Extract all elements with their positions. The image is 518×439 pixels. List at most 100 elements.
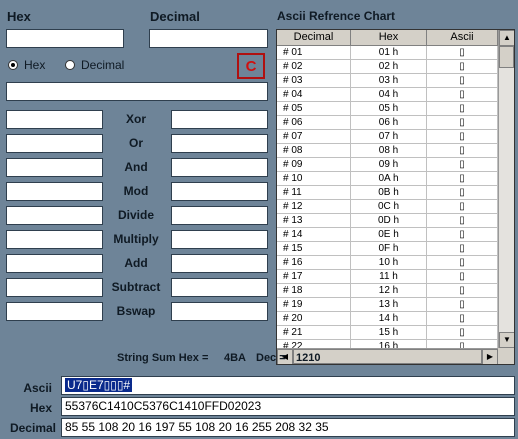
decimal-output[interactable]: 85 55 108 20 16 197 55 108 20 16 255 208… — [61, 418, 515, 437]
decimal-cell: # 13 — [277, 214, 351, 228]
decimal-cell: # 08 — [277, 144, 351, 158]
decimal-radio[interactable] — [65, 60, 75, 70]
table-row[interactable]: # 07 07 h ▯ — [277, 130, 498, 144]
table-row[interactable]: # 01 01 h ▯ — [277, 46, 498, 60]
decimal-cell: # 01 — [277, 46, 351, 60]
ascii-cell: ▯ — [427, 88, 498, 102]
op-right-input[interactable] — [171, 230, 268, 249]
decimal-cell: # 16 — [277, 256, 351, 270]
table-row[interactable]: # 20 14 h ▯ — [277, 312, 498, 326]
decimal-label: Decimal — [150, 9, 200, 24]
horizontal-scroll-thumb[interactable] — [293, 349, 482, 364]
table-row[interactable]: # 14 0E h ▯ — [277, 228, 498, 242]
table-row[interactable]: # 03 03 h ▯ — [277, 74, 498, 88]
header-ascii[interactable]: Ascii — [427, 30, 498, 46]
vertical-scroll-thumb[interactable] — [499, 46, 514, 68]
hex-cell: 0E h — [351, 228, 427, 242]
op-right-input[interactable] — [171, 158, 268, 177]
hex-cell: 04 h — [351, 88, 427, 102]
decimal-cell: # 18 — [277, 284, 351, 298]
table-row[interactable]: # 21 15 h ▯ — [277, 326, 498, 340]
vertical-scrollbar[interactable]: ▲ ▼ — [498, 30, 514, 348]
op-left-input[interactable] — [6, 134, 103, 153]
table-row[interactable]: # 15 0F h ▯ — [277, 242, 498, 256]
hex-cell: 13 h — [351, 298, 427, 312]
chart-header: Decimal Hex Ascii — [277, 30, 498, 46]
header-hex[interactable]: Hex — [351, 30, 427, 46]
op-right-input[interactable] — [171, 206, 268, 225]
scroll-down-icon[interactable]: ▼ — [499, 332, 514, 348]
ascii-cell: ▯ — [427, 60, 498, 74]
decimal-cell: # 12 — [277, 200, 351, 214]
op-right-input[interactable] — [171, 254, 268, 273]
ascii-output-text: U7▯E7▯▯▯# — [65, 378, 133, 392]
op-left-input[interactable] — [6, 158, 103, 177]
decimal-cell: # 19 — [277, 298, 351, 312]
op-right-input[interactable] — [171, 278, 268, 297]
hex-cell: 05 h — [351, 102, 427, 116]
header-decimal[interactable]: Decimal — [277, 30, 351, 46]
op-left-input[interactable] — [6, 302, 103, 321]
table-row[interactable]: # 02 02 h ▯ — [277, 60, 498, 74]
hex-cell: 14 h — [351, 312, 427, 326]
op-left-input[interactable] — [6, 230, 103, 249]
table-row[interactable]: # 18 12 h ▯ — [277, 284, 498, 298]
op-label-subtract: Subtract — [111, 280, 161, 294]
hex-cell: 11 h — [351, 270, 427, 284]
op-left-input[interactable] — [6, 110, 103, 129]
op-left-input[interactable] — [6, 206, 103, 225]
op-left-input[interactable] — [6, 278, 103, 297]
decimal-cell: # 15 — [277, 242, 351, 256]
table-row[interactable]: # 12 0C h ▯ — [277, 200, 498, 214]
hex-cell: 02 h — [351, 60, 427, 74]
table-row[interactable]: # 16 10 h ▯ — [277, 256, 498, 270]
table-row[interactable]: # 10 0A h ▯ — [277, 172, 498, 186]
table-row[interactable]: # 06 06 h ▯ — [277, 116, 498, 130]
scroll-right-icon[interactable]: ▶ — [482, 349, 498, 364]
ascii-cell: ▯ — [427, 228, 498, 242]
ascii-label: Ascii — [23, 381, 52, 395]
decimal-radio-label[interactable]: Decimal — [81, 58, 124, 72]
hex-radio[interactable] — [8, 60, 18, 70]
decimal-cell: # 10 — [277, 172, 351, 186]
op-right-input[interactable] — [171, 182, 268, 201]
clear-button[interactable]: C — [237, 53, 265, 79]
ascii-cell: ▯ — [427, 130, 498, 144]
hex-cell: 0C h — [351, 200, 427, 214]
op-label-bswap: Bswap — [116, 304, 156, 318]
hex-cell: 08 h — [351, 144, 427, 158]
ascii-output[interactable]: U7▯E7▯▯▯# — [61, 376, 515, 395]
decimal-cell: # 21 — [277, 326, 351, 340]
hex-radio-label[interactable]: Hex — [24, 58, 45, 72]
decimal-cell: # 02 — [277, 60, 351, 74]
string-sum-label: String Sum Hex = — [117, 352, 209, 364]
op-right-input[interactable] — [171, 110, 268, 129]
op-left-input[interactable] — [6, 182, 103, 201]
scroll-up-icon[interactable]: ▲ — [499, 30, 514, 46]
table-row[interactable]: # 13 0D h ▯ — [277, 214, 498, 228]
op-label-divide: Divide — [117, 208, 154, 222]
hex-input[interactable] — [6, 29, 124, 48]
table-row[interactable]: # 09 09 h ▯ — [277, 158, 498, 172]
hex-cell: 10 h — [351, 256, 427, 270]
table-row[interactable]: # 11 0B h ▯ — [277, 186, 498, 200]
hex-output[interactable]: 55376C1410C5376C1410FFD02023 — [61, 397, 515, 416]
table-row[interactable]: # 04 04 h ▯ — [277, 88, 498, 102]
decimal-cell: # 09 — [277, 158, 351, 172]
op-left-input[interactable] — [6, 254, 103, 273]
string-sum-dec: 1210 — [296, 352, 321, 364]
hex-cell: 15 h — [351, 326, 427, 340]
decimal-input[interactable] — [149, 29, 268, 48]
table-row[interactable]: # 17 11 h ▯ — [277, 270, 498, 284]
table-row[interactable]: # 08 08 h ▯ — [277, 144, 498, 158]
table-row[interactable]: # 19 13 h ▯ — [277, 298, 498, 312]
main-input[interactable] — [6, 82, 268, 101]
ascii-cell: ▯ — [427, 242, 498, 256]
string-sum-dec-label: Dec = — [256, 352, 286, 364]
table-row[interactable]: # 05 05 h ▯ — [277, 102, 498, 116]
ascii-chart[interactable]: Decimal Hex Ascii # 01 01 h ▯ # 02 02 h ▯ # 03… — [276, 29, 515, 365]
op-right-input[interactable] — [171, 302, 268, 321]
op-right-input[interactable] — [171, 134, 268, 153]
string-sum-hex: 4BA — [224, 352, 247, 364]
hex-cell: 0F h — [351, 242, 427, 256]
